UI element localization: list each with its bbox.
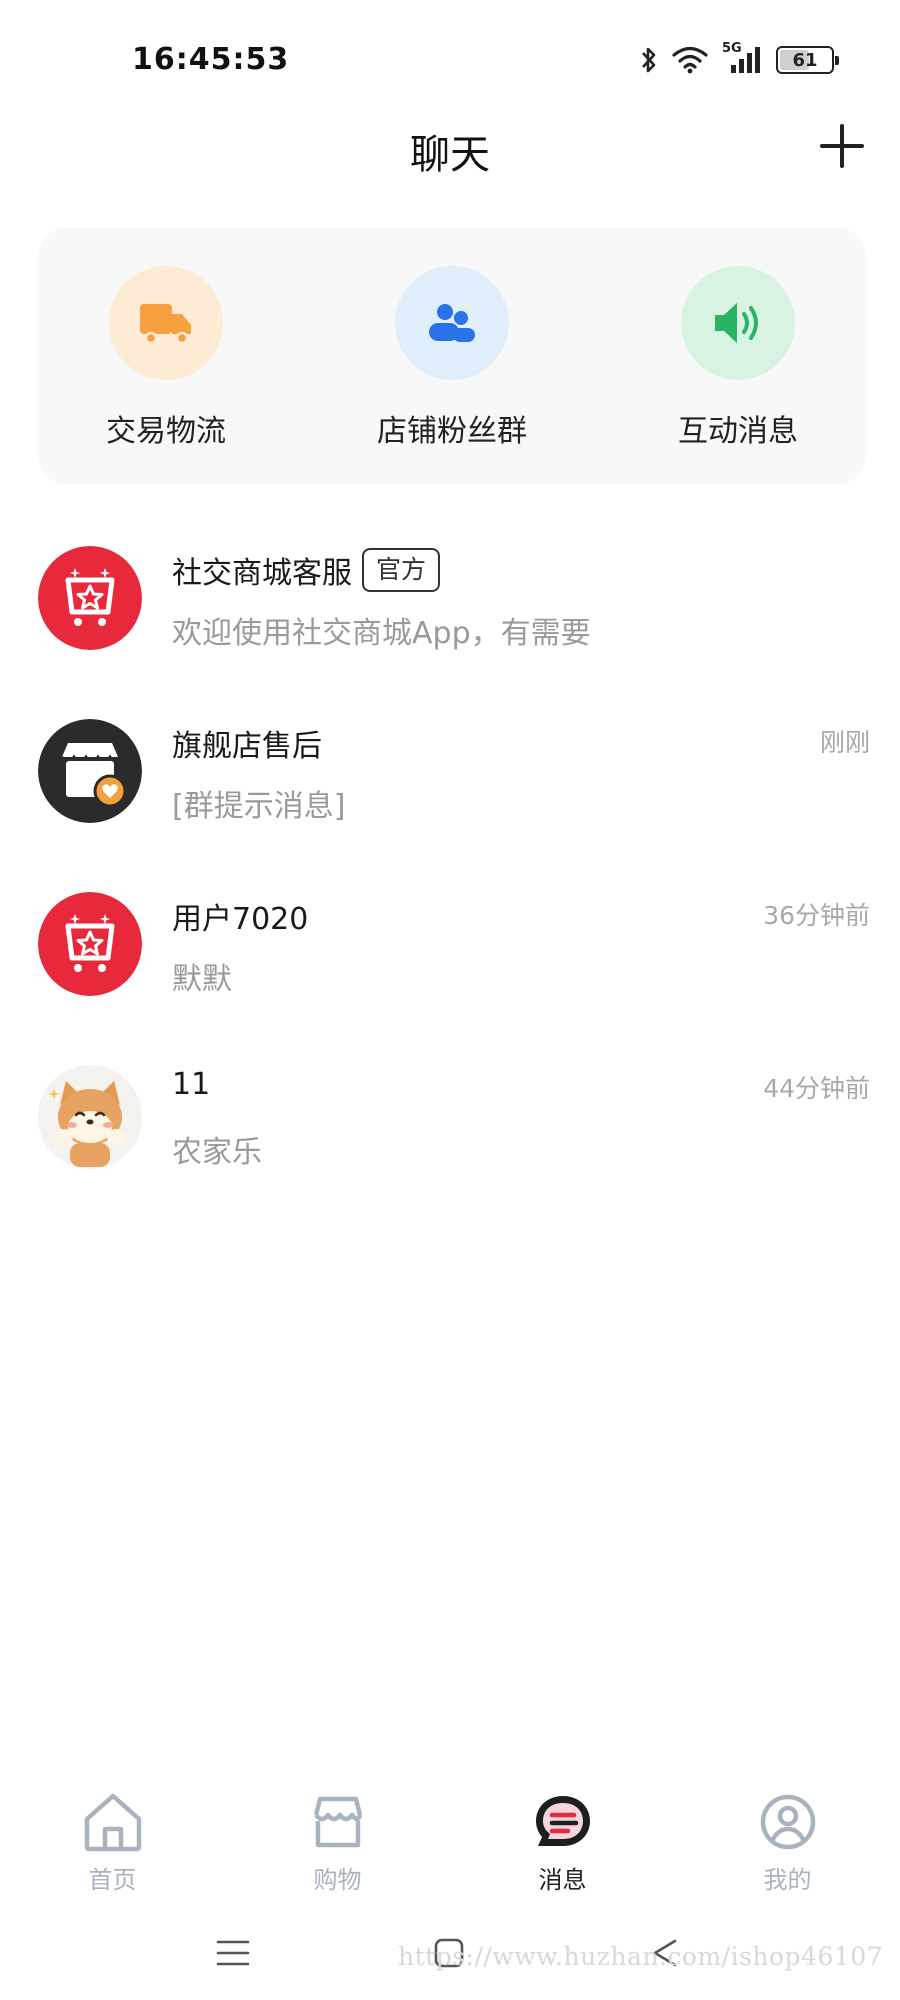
message-icon [531, 1790, 595, 1854]
nav-home[interactable]: 首页 [0, 1770, 225, 1900]
quick-action-label: 店铺粉丝群 [377, 414, 527, 449]
chat-name-row: 旗舰店售后 [172, 721, 322, 765]
quick-action-fan-group[interactable]: 店铺粉丝群 [337, 228, 567, 484]
bottom-nav: 首页 购物 消息 我的 [0, 1770, 900, 1900]
chat-list: 社交商城客服 官方 欢迎使用社交商城App，有需要 旗舰店售后 刚刚 [群提示消… [0, 528, 900, 1220]
profile-icon [756, 1790, 820, 1854]
group-icon [429, 304, 475, 342]
chat-name: 旗舰店售后 [172, 729, 322, 764]
nav-label: 首页 [88, 1866, 137, 1894]
chat-name: 11 [172, 1067, 211, 1102]
chat-preview: 欢迎使用社交商城App，有需要 [172, 616, 591, 651]
chat-time: 刚刚 [819, 728, 870, 757]
quick-action-interaction[interactable]: 互动消息 [648, 228, 828, 484]
chat-time: 44分钟前 [763, 1074, 870, 1103]
menu-icon [216, 1940, 250, 1966]
chat-item[interactable]: 旗舰店售后 刚刚 [群提示消息] [0, 701, 900, 874]
nav-messages[interactable]: 消息 [450, 1770, 675, 1900]
chat-name-row: 11 [172, 1067, 210, 1102]
chat-preview: 农家乐 [172, 1135, 262, 1170]
chat-name-row: 用户7020 [172, 894, 308, 938]
chat-name: 用户7020 [172, 902, 309, 937]
chat-preview: 默默 [172, 962, 232, 997]
shop-cart-avatar [38, 892, 142, 996]
add-button[interactable] [814, 118, 870, 174]
store-avatar [38, 719, 142, 823]
official-badge: 官方 [362, 548, 441, 592]
nav-shopping[interactable]: 购物 [225, 1770, 450, 1900]
quick-icon-bg [109, 266, 223, 380]
nav-label: 我的 [763, 1866, 812, 1894]
home-icon [81, 1790, 145, 1854]
nav-label: 消息 [538, 1866, 587, 1894]
battery-level-label: 61 [792, 49, 818, 71]
plus-icon [820, 124, 864, 168]
quick-action-logistics[interactable]: 交易物流 [76, 228, 256, 484]
bluetooth-icon [640, 45, 658, 75]
chat-name-row: 社交商城客服 官方 [172, 548, 441, 592]
cellular-signal-icon: 5G [722, 41, 762, 75]
chat-preview: [群提示消息] [172, 789, 346, 824]
network-type-label: 5G [722, 41, 742, 56]
quick-icon-bg [681, 266, 795, 380]
nav-label: 购物 [313, 1866, 362, 1894]
shiba-dog-avatar [38, 1065, 142, 1169]
status-icons: 5G 61 [640, 40, 839, 80]
chat-item[interactable]: 用户7020 36分钟前 默默 [0, 874, 900, 1047]
wifi-icon [672, 46, 708, 74]
shop-cart-avatar [38, 546, 142, 650]
quick-icon-bg [395, 266, 509, 380]
battery-indicator: 61 [776, 46, 839, 74]
truck-icon [140, 304, 191, 345]
speaker-icon [715, 303, 758, 343]
nav-profile[interactable]: 我的 [675, 1770, 900, 1900]
quick-action-label: 互动消息 [678, 414, 798, 449]
shop-icon [306, 1790, 370, 1854]
page-title: 聊天 [410, 132, 490, 178]
chat-name: 社交商城客服 [172, 556, 352, 591]
chat-item[interactable]: 11 44分钟前 农家乐 [0, 1047, 900, 1220]
quick-actions-card: 交易物流 店铺粉丝群 互动消息 [38, 228, 866, 484]
status-bar: 16:45:53 5G 61 [0, 0, 900, 120]
watermark: https://www.huzhan.com/ishop46107 [398, 1942, 884, 1971]
chat-item[interactable]: 社交商城客服 官方 欢迎使用社交商城App，有需要 [0, 528, 900, 701]
chat-time: 36分钟前 [763, 901, 870, 930]
menu-button[interactable] [208, 1928, 258, 1978]
header: 聊天 [0, 110, 900, 190]
status-time: 16:45:53 [132, 42, 290, 77]
quick-action-label: 交易物流 [106, 414, 226, 449]
